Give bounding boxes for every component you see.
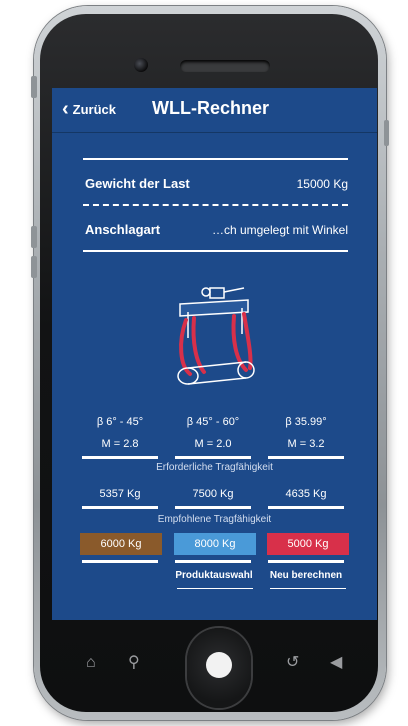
angle-col-2-m: M = 2.0	[194, 438, 232, 450]
recommended-value-2[interactable]: 8000 Kg	[174, 533, 256, 555]
angle-col-3-m: M = 3.2	[287, 438, 325, 450]
divider-bottom	[83, 250, 348, 252]
search-icon[interactable]: ⚲	[128, 652, 140, 672]
recommended-capacity-caption: Empfohlene Tragfähigkeit	[157, 514, 272, 525]
underline-m-3	[268, 456, 344, 459]
recommended-value-1[interactable]: 6000 Kg	[80, 533, 162, 555]
back-icon[interactable]: ↺	[286, 652, 299, 672]
angle-col-1-beta: β 6° - 45°	[96, 416, 144, 428]
app-screen: ‹ Zurück WLL-Rechner Gewicht der Last 15…	[52, 88, 377, 620]
underline-m-2	[175, 456, 251, 459]
required-value-1: 5357 Kg	[99, 488, 141, 500]
front-camera	[134, 58, 148, 72]
beam-icon	[179, 299, 249, 338]
sling-illustration	[177, 287, 255, 385]
required-value-2: 7500 Kg	[192, 488, 234, 500]
divider-top	[83, 158, 348, 160]
divider-dashed	[83, 204, 348, 206]
back-label: Zurück	[72, 101, 117, 117]
page-title: WLL-Rechner	[152, 98, 269, 118]
underline-rec-2	[175, 560, 251, 563]
recommended-value-3[interactable]: 5000 Kg	[267, 533, 349, 555]
underline-m-1	[82, 456, 158, 459]
weight-value[interactable]: 15000 Kg	[242, 177, 348, 191]
recalculate-button[interactable]: Neu berechnen	[264, 570, 348, 581]
crane-hook-icon	[201, 287, 245, 299]
product-selection-button[interactable]: Produktauswahl	[172, 570, 256, 581]
angle-col-3-beta: β 35.99°	[285, 416, 327, 428]
side-button-left	[31, 76, 37, 98]
home-button-center[interactable]	[206, 652, 232, 678]
underline-rec-1	[82, 560, 158, 563]
required-value-3: 4635 Kg	[285, 488, 327, 500]
angle-col-2-beta: β 45° - 60°	[186, 416, 240, 428]
sling-type-label: Anschlagart	[85, 222, 161, 237]
underline-rec-3	[268, 560, 344, 563]
nav-bar: ‹ Zurück WLL-Rechner	[52, 88, 377, 133]
underline-req-1	[82, 506, 158, 509]
side-button-left-3	[31, 256, 37, 278]
weight-label: Gewicht der Last	[85, 176, 190, 191]
side-button-right	[384, 120, 389, 146]
recalculate-underline	[270, 588, 346, 589]
angle-col-1-m: M = 2.8	[101, 438, 139, 450]
underline-req-2	[175, 506, 251, 509]
underline-req-3	[268, 506, 344, 509]
volume-icon[interactable]: ◀	[330, 652, 342, 672]
required-capacity-caption: Erforderliche Tragfähigkeit	[156, 462, 273, 473]
back-button[interactable]: ‹ Zurück	[62, 98, 116, 120]
chevron-left-icon: ‹	[62, 98, 69, 120]
sling-type-value[interactable]: …ch umgelegt mit Winkel	[192, 223, 348, 237]
home-icon[interactable]: ⌂	[86, 654, 96, 672]
product-selection-underline	[177, 588, 253, 589]
earpiece-speaker	[180, 60, 270, 72]
side-button-left-2	[31, 226, 37, 248]
